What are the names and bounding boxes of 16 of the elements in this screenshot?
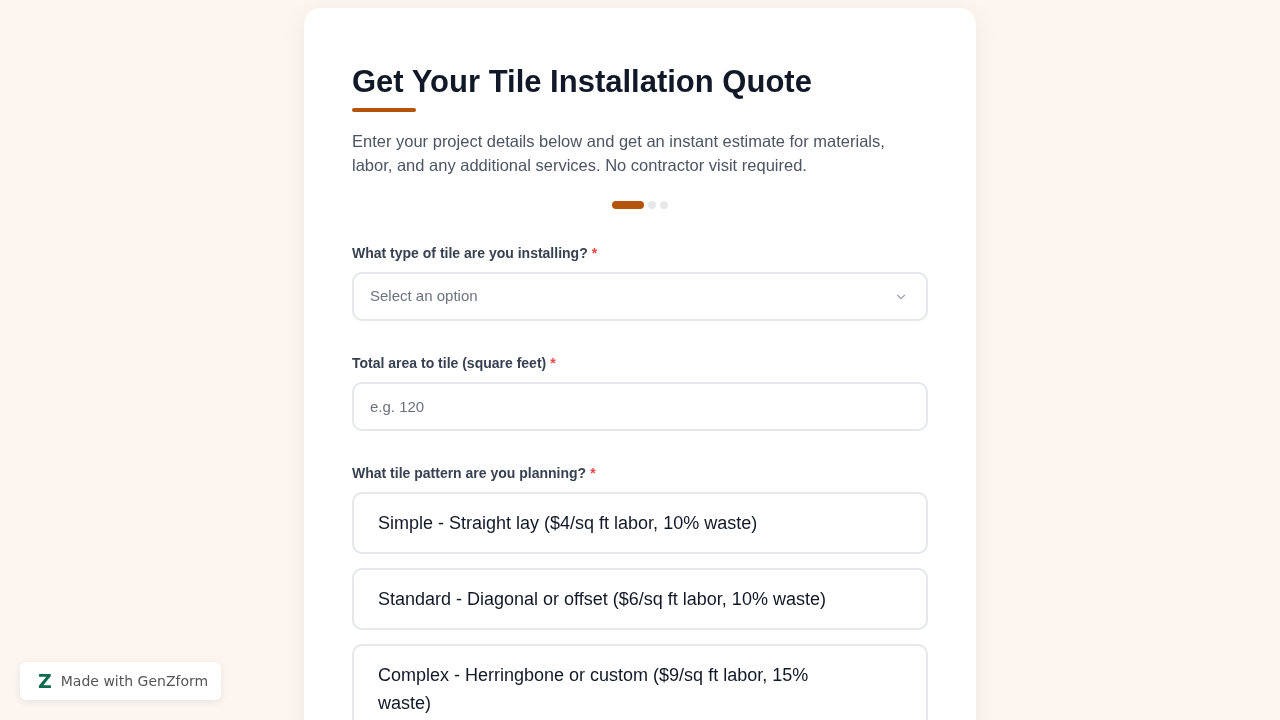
logo-letter: Z [38,671,52,691]
option-button[interactable]: Complex - Herringbone or custom ($9/sq ft labor, 15% waste) [352,644,928,720]
option-button[interactable]: Simple - Straight lay ($4/sq ft labor, 10% waste) [352,492,928,554]
field-label: What type of tile are you installing? [352,244,588,263]
field-label: What tile pattern are you planning? [352,464,587,483]
required-asterisk: * [591,244,598,263]
option-button[interactable]: Standard - Diagonal or offset ($6/sq ft labor, 10% waste) [352,568,928,630]
made-with-badge[interactable]: Z Made with GenZform [20,662,222,700]
input-field[interactable]: e.g. 120 [352,382,928,431]
form-description: Enter your project details below and get an instant estimate for materials, labor, and any additional services. No contractor visit required. [352,131,886,176]
badge-text: Made with GenZform [60,671,209,691]
required-asterisk: * [550,354,556,373]
required-asterisk: * [590,464,596,483]
form-title: Get Your Tile Installation Quote [352,63,813,101]
select-field[interactable]: Select an option [352,272,928,321]
field-label: Total area to tile (square feet) [352,354,547,373]
